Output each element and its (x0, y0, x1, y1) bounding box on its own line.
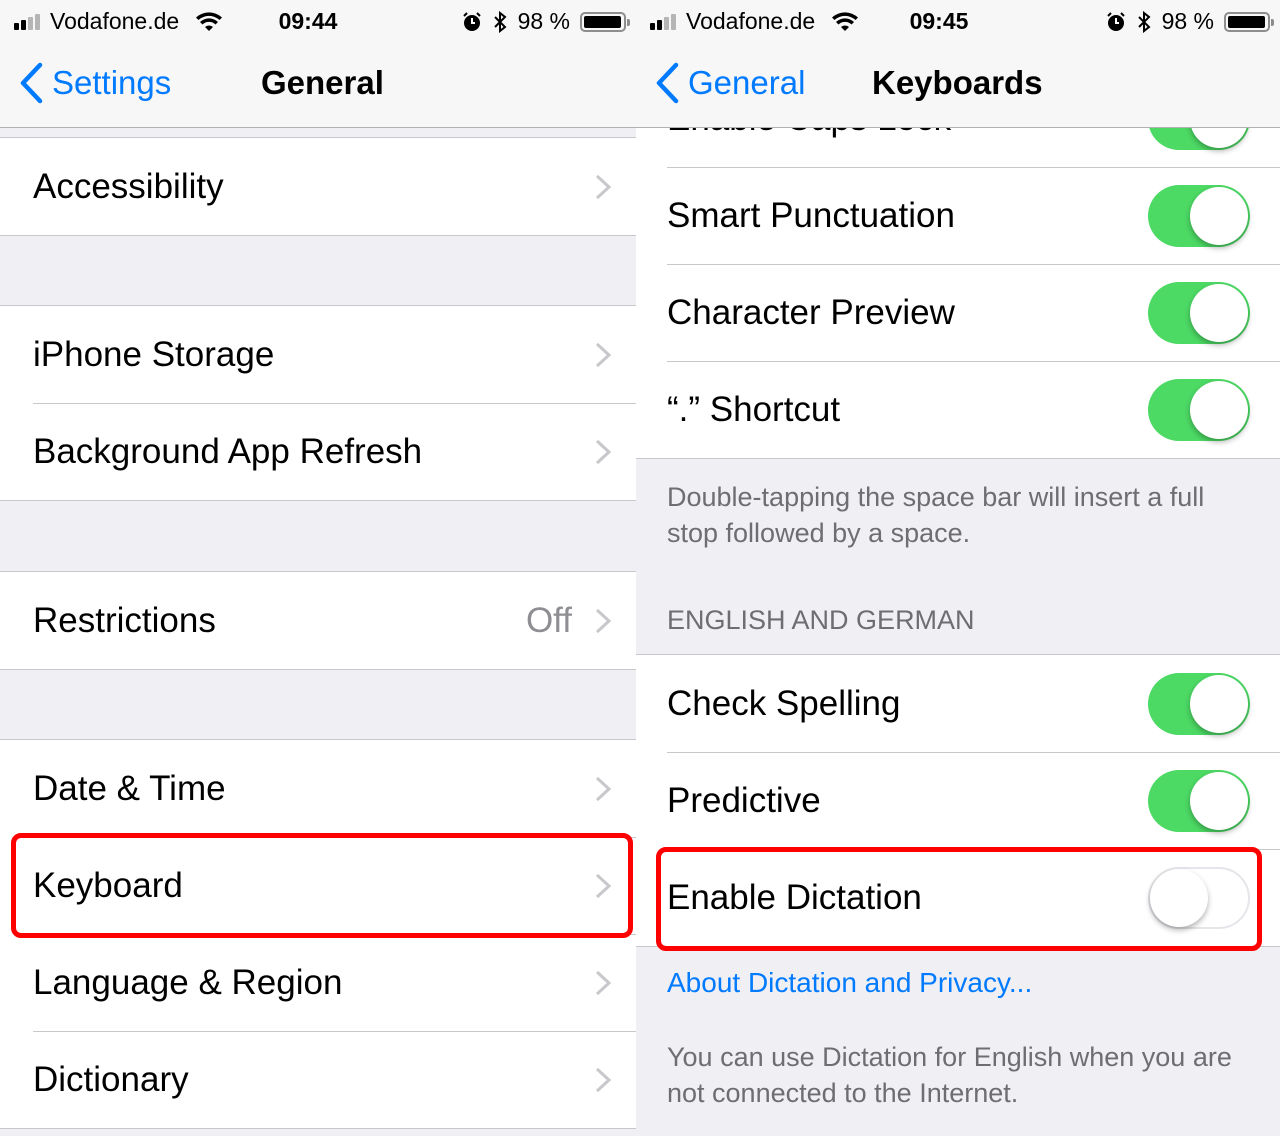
row-label: Background App Refresh (33, 431, 423, 471)
settings-group: Restrictions Off (0, 571, 636, 670)
list-item-smart-punctuation[interactable]: Smart Punctuation (636, 167, 1280, 264)
shortcut-footer-text: Double-tapping the space bar will insert… (667, 482, 1205, 548)
navigation-bar: Settings General (0, 42, 636, 128)
keyboards-settings-screen: Vodafone.de 09:45 98 % General Keyboards… (636, 0, 1280, 1136)
list-item-dictionary[interactable]: Dictionary (0, 1031, 636, 1128)
row-label: Character Preview (667, 292, 955, 332)
keyboard-options-group: Enable Caps Lock Smart Punctuation Chara… (636, 70, 1280, 459)
back-button[interactable]: General (654, 62, 805, 104)
bluetooth-icon (493, 10, 507, 33)
about-dictation-privacy-link[interactable]: About Dictation and Privacy... (667, 967, 1032, 999)
carrier-name: Vodafone.de (50, 8, 180, 34)
chevron-left-icon (20, 62, 43, 104)
row-label: Date & Time (33, 768, 226, 808)
alarm-icon (462, 11, 481, 31)
list-item-date-time[interactable]: Date & Time (0, 740, 636, 837)
carrier-name: Vodafone.de (686, 8, 816, 34)
battery-percent: 98 % (1161, 8, 1214, 34)
smart-punctuation-toggle[interactable] (1148, 184, 1250, 247)
wifi-icon (832, 11, 859, 31)
chevron-left-icon (656, 62, 679, 104)
row-label: Predictive (667, 780, 821, 820)
enable-dictation-toggle[interactable] (1148, 866, 1250, 929)
row-detail-value: Off (525, 600, 572, 640)
top-bar: Vodafone.de 09:45 98 % General Keyboards (636, 0, 1280, 128)
back-label: General (688, 64, 806, 101)
chevron-right-icon (595, 873, 612, 898)
row-label: Keyboard (33, 865, 183, 905)
settings-group: iPhone Storage Background App Refresh (0, 305, 636, 501)
dictation-footer-text: You can use Dictation for English when y… (667, 1042, 1232, 1108)
back-label: Settings (52, 64, 172, 101)
list-item-restrictions[interactable]: Restrictions Off (0, 572, 636, 669)
row-label: Language & Region (33, 962, 343, 1002)
list-item-check-spelling[interactable]: Check Spelling (636, 655, 1280, 752)
character-preview-toggle[interactable] (1148, 281, 1250, 344)
chevron-right-icon (595, 1067, 612, 1092)
battery-icon (1224, 11, 1274, 32)
chevron-right-icon (595, 776, 612, 801)
section-header: ENGLISH AND GERMAN (667, 605, 975, 635)
cellular-signal-icon (14, 13, 40, 30)
general-settings-screen: Vodafone.de 09:44 98 % Settings General … (0, 0, 636, 1136)
row-label: Accessibility (33, 166, 224, 206)
navigation-bar: General Keyboards (636, 42, 1280, 128)
battery-percent: 98 % (517, 8, 570, 34)
list-item-background-app-refresh[interactable]: Background App Refresh (0, 403, 636, 500)
page-title: Keyboards (872, 64, 1043, 101)
row-label: Dictionary (33, 1059, 189, 1099)
cellular-signal-icon (650, 13, 676, 30)
list-item-predictive[interactable]: Predictive (636, 752, 1280, 849)
period-shortcut-toggle[interactable] (1148, 378, 1250, 441)
row-label: Smart Punctuation (667, 195, 955, 235)
chevron-right-icon (595, 174, 612, 199)
chevron-right-icon (595, 439, 612, 464)
list-item-accessibility[interactable]: Accessibility (0, 138, 636, 235)
list-item-iphone-storage[interactable]: iPhone Storage (0, 306, 636, 403)
top-bar: Vodafone.de 09:44 98 % Settings General (0, 0, 636, 128)
row-label: Enable Dictation (667, 877, 922, 917)
list-item-character-preview[interactable]: Character Preview (636, 264, 1280, 361)
list-item-keyboard[interactable]: Keyboard (0, 837, 636, 934)
check-spelling-toggle[interactable] (1148, 672, 1250, 735)
predictive-toggle[interactable] (1148, 769, 1250, 832)
list-item-language-region[interactable]: Language & Region (0, 934, 636, 1031)
battery-icon (580, 11, 630, 32)
back-button[interactable]: Settings (18, 62, 171, 104)
alarm-icon (1106, 11, 1125, 31)
page-title: General (261, 64, 384, 101)
row-label: Check Spelling (667, 683, 901, 723)
status-bar: Vodafone.de 09:45 98 % (636, 0, 1280, 42)
row-label: Restrictions (33, 600, 216, 640)
settings-group: Accessibility (0, 137, 636, 236)
chevron-right-icon (595, 970, 612, 995)
list-item-enable-dictation[interactable]: Enable Dictation (636, 849, 1280, 946)
language-options-group: Check Spelling Predictive Enable Dictati… (636, 654, 1280, 947)
row-label: iPhone Storage (33, 334, 275, 374)
chevron-right-icon (595, 608, 612, 633)
status-bar: Vodafone.de 09:44 98 % (0, 0, 636, 42)
list-item-period-shortcut[interactable]: “.” Shortcut (636, 361, 1280, 458)
row-label: “.” Shortcut (667, 389, 841, 429)
settings-group: Date & Time Keyboard Language & Region D… (0, 739, 636, 1129)
chevron-right-icon (595, 342, 612, 367)
wifi-icon (196, 11, 223, 31)
bluetooth-icon (1137, 10, 1151, 33)
